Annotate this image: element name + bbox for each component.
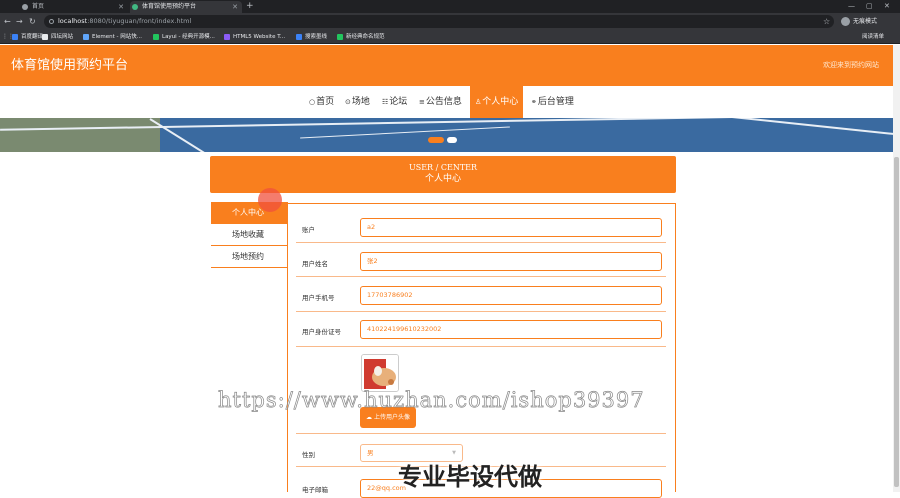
side-item-reservations[interactable]: 场地预约: [211, 246, 288, 268]
incognito-icon: [841, 17, 850, 26]
browser-tab-home[interactable]: 首页 ✕: [20, 1, 128, 13]
new-tab-button[interactable]: +: [246, 0, 254, 12]
profile-form: 账户 a2 用户姓名 张2 用户手机号 17703786902 用户身份证号 4…: [287, 203, 676, 498]
watermark-url: https://www.huzhan.com/ishop39397: [218, 388, 645, 413]
nav-admin[interactable]: ⚭后台管理: [531, 86, 574, 118]
close-window-button[interactable]: ✕: [884, 0, 890, 12]
bookmark-icon: [83, 34, 89, 40]
side-item-favorites[interactable]: 场地收藏: [211, 224, 288, 246]
site-header: 体育馆使用预约平台 欢迎来到预约网站: [0, 45, 893, 86]
id-card-input[interactable]: 410224199610232002: [360, 320, 662, 339]
name-label: 用户姓名: [302, 260, 328, 268]
banner-image: [0, 118, 893, 152]
form-row-id-card: 用户身份证号 410224199610232002: [296, 313, 666, 347]
carousel-dot-active[interactable]: [428, 137, 444, 143]
user-center-title-en: USER / CENTER: [408, 163, 478, 172]
form-row-account: 账户 a2: [296, 212, 666, 243]
email-label: 电子邮箱: [302, 486, 328, 494]
vue-icon: [132, 4, 138, 10]
info-icon[interactable]: [49, 19, 54, 24]
profile-button[interactable]: 无痕模式: [841, 16, 877, 27]
user-center-banner: USER / CENTER 个人中心: [210, 156, 676, 193]
bookmarks-bar: ⋮⋮ 百度翻译 四坛网站 Element - 网站快... Layui - 经典…: [0, 30, 900, 44]
user-icon: ♙: [475, 98, 482, 106]
site-title: 体育馆使用预约平台: [11, 58, 129, 73]
reload-icon[interactable]: ↻: [29, 15, 36, 28]
bookmark-icon: [337, 34, 343, 40]
bookmark-icon: [224, 34, 230, 40]
page-scrollbar[interactable]: [893, 45, 900, 492]
close-tab-icon[interactable]: ✕: [118, 1, 124, 13]
nav-user-center[interactable]: ♙个人中心: [470, 86, 524, 118]
reading-list-button[interactable]: 阅读清单: [862, 30, 884, 44]
phone-input[interactable]: 17703786902: [360, 286, 662, 305]
bookmark-item[interactable]: Element - 网站快...: [83, 30, 142, 44]
nav-home[interactable]: ○首页: [309, 86, 334, 118]
home-icon: ○: [309, 98, 316, 106]
account-label: 账户: [302, 226, 315, 234]
upload-icon: ☁: [366, 414, 373, 421]
carousel-dot[interactable]: [447, 137, 457, 143]
close-tab-icon[interactable]: ✕: [232, 1, 238, 13]
nav-notice[interactable]: ≡公告信息: [419, 86, 462, 118]
user-center-title-cn: 个人中心: [424, 174, 461, 184]
form-row-phone: 用户手机号 17703786902: [296, 278, 666, 312]
account-input[interactable]: a2: [360, 218, 662, 237]
bookmark-item[interactable]: Layui - 经典开源模...: [153, 30, 215, 44]
browser-tab-active[interactable]: 体育馆使用预约平台 ✕: [130, 1, 242, 13]
bookmark-icon: [12, 34, 18, 40]
maximize-button[interactable]: ▢: [866, 0, 873, 12]
phone-label: 用户手机号: [302, 294, 335, 302]
cursor-highlight: [258, 188, 282, 212]
forward-icon[interactable]: →: [16, 15, 23, 28]
avatar: [361, 354, 399, 392]
bookmark-item[interactable]: 四坛网站: [42, 30, 73, 44]
bookmark-item[interactable]: 新经典命名规范: [337, 30, 385, 44]
forum-icon: ☷: [382, 98, 389, 106]
bookmark-icon: [42, 34, 48, 40]
browser-tab-strip: 首页 ✕ 体育馆使用预约平台 ✕ + — ▢ ✕: [0, 0, 900, 13]
id-card-label: 用户身份证号: [302, 328, 341, 336]
main-nav: ○首页 ⊙场地 ☷论坛 ≡公告信息 ♙个人中心 ⚭后台管理: [0, 86, 893, 118]
bookmark-item[interactable]: 搜索墨线: [296, 30, 327, 44]
globe-icon: [22, 4, 28, 10]
notice-icon: ≡: [419, 98, 425, 106]
address-bar-row: ← → ↻ localhost:8080/tiyuguan/front/inde…: [0, 13, 900, 30]
bookmark-icon: [153, 34, 159, 40]
back-icon[interactable]: ←: [4, 15, 11, 28]
bookmark-item[interactable]: 百度翻译: [12, 30, 43, 44]
welcome-text: 欢迎来到预约网站: [823, 61, 879, 69]
scrollbar-thumb[interactable]: [894, 157, 899, 487]
venue-icon: ⊙: [345, 98, 351, 106]
minimize-button[interactable]: —: [848, 0, 855, 12]
name-input[interactable]: 张2: [360, 252, 662, 271]
bookmark-item[interactable]: HTML5 Website T...: [224, 30, 285, 44]
url-input[interactable]: localhost:8080/tiyuguan/front/index.html: [44, 15, 834, 28]
bookmark-icon: [296, 34, 302, 40]
nav-venue[interactable]: ⊙场地: [345, 86, 370, 118]
gender-label: 性别: [302, 451, 315, 459]
side-menu: 个人中心 场地收藏 场地预约: [211, 202, 288, 268]
form-row-name: 用户姓名 张2: [296, 244, 666, 277]
carousel-dots: [428, 137, 460, 144]
avatar-image: [362, 355, 398, 391]
nav-forum[interactable]: ☷论坛: [382, 86, 407, 118]
watermark-text: 专业毕设代做: [398, 463, 542, 491]
bookmark-star-icon[interactable]: ☆: [823, 15, 830, 28]
link-icon: ⚭: [531, 98, 537, 106]
